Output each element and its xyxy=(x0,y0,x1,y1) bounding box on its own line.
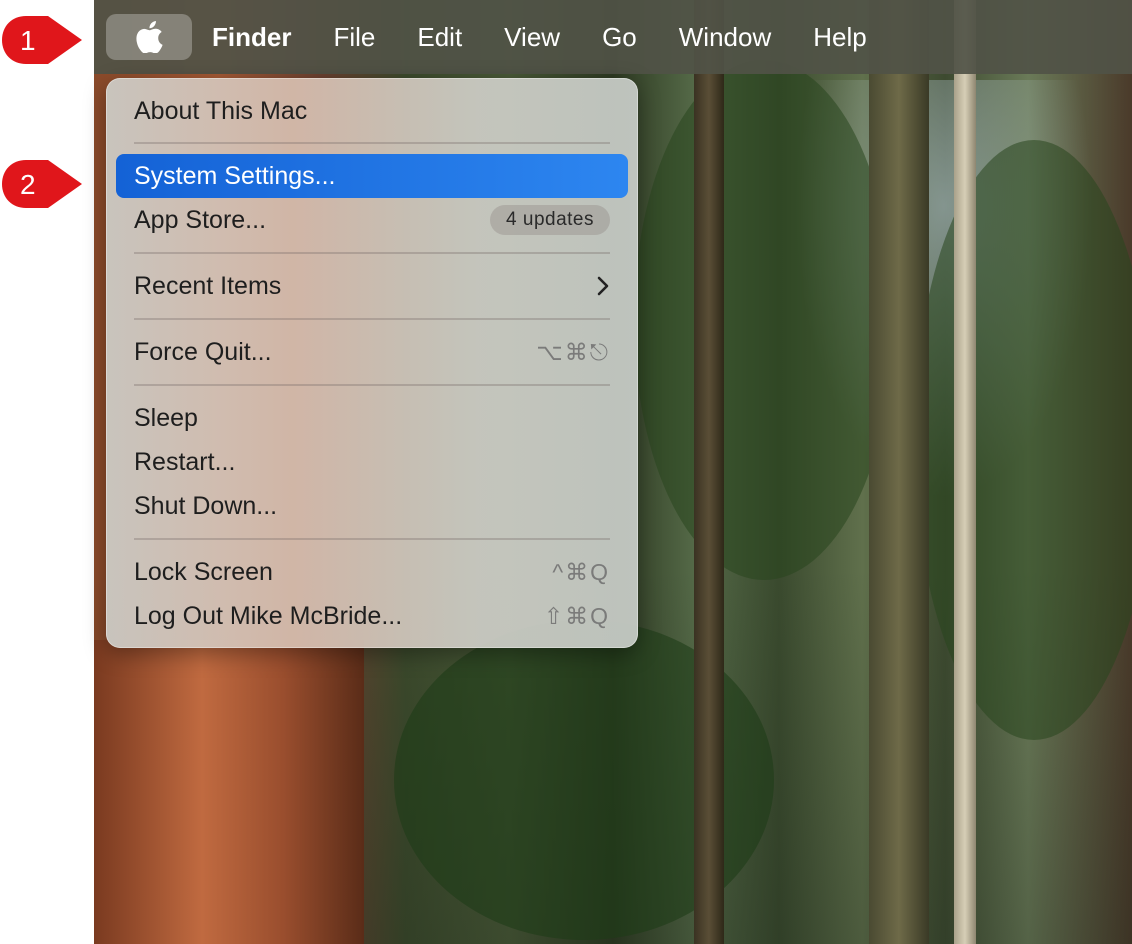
menu-item-lock-screen[interactable]: Lock Screen ^⌘Q xyxy=(116,550,628,594)
apple-logo-icon xyxy=(136,21,163,53)
menu-item-log-out[interactable]: Log Out Mike McBride... ⇧⌘Q xyxy=(116,594,628,638)
menu-finder[interactable]: Finder xyxy=(192,0,312,74)
menu-view[interactable]: View xyxy=(483,0,581,74)
menu-item-label: System Settings... xyxy=(134,161,336,190)
annotation-number: 2 xyxy=(20,169,36,200)
menu-file[interactable]: File xyxy=(312,0,396,74)
menu-edit[interactable]: Edit xyxy=(396,0,483,74)
menu-go[interactable]: Go xyxy=(581,0,658,74)
menu-item-app-store[interactable]: App Store... 4 updates xyxy=(116,198,628,242)
menu-item-recent-items[interactable]: Recent Items xyxy=(116,264,628,308)
wallpaper-tree-trunk xyxy=(694,0,724,944)
wallpaper-tree-trunk xyxy=(869,0,929,944)
marker-arrow-shape xyxy=(2,16,82,64)
lock-screen-shortcut: ^⌘Q xyxy=(552,558,610,585)
wallpaper-tree-trunk xyxy=(954,0,976,944)
wallpaper-sequoia-trunk xyxy=(94,640,364,944)
menu-separator xyxy=(134,318,610,320)
force-quit-shortcut: ⌥⌘⎋ xyxy=(536,338,610,365)
menu-item-sleep[interactable]: Sleep xyxy=(116,396,628,440)
menu-item-system-settings[interactable]: System Settings... xyxy=(116,154,628,198)
log-out-shortcut: ⇧⌘Q xyxy=(543,602,610,629)
menu-item-label: About This Mac xyxy=(134,96,308,125)
menu-item-label: Force Quit... xyxy=(134,337,272,366)
menu-item-label: App Store... xyxy=(134,205,267,234)
menu-separator xyxy=(134,384,610,386)
annotation-marker-step-2: 2 xyxy=(0,158,84,215)
updates-badge: 4 updates xyxy=(490,205,610,235)
menu-item-label: Lock Screen xyxy=(134,557,273,586)
menu-item-label: Recent Items xyxy=(134,271,282,300)
annotation-marker-step-1: 1 xyxy=(0,14,84,71)
apple-menu-dropdown: About This Mac System Settings... App St… xyxy=(106,78,638,648)
menu-separator xyxy=(134,142,610,144)
menu-item-force-quit[interactable]: Force Quit... ⌥⌘⎋ xyxy=(116,330,628,374)
apple-menu-button[interactable] xyxy=(106,14,192,60)
menu-item-restart[interactable]: Restart... xyxy=(116,440,628,484)
menu-item-shut-down[interactable]: Shut Down... xyxy=(116,484,628,528)
chevron-right-icon xyxy=(597,276,609,296)
annotation-number: 1 xyxy=(20,25,36,56)
menu-item-label: Sleep xyxy=(134,403,198,432)
wallpaper-foliage xyxy=(634,60,894,580)
menu-bar: Finder File Edit View Go Window Help xyxy=(94,0,1132,74)
menu-item-label: Shut Down... xyxy=(134,491,278,520)
menu-item-about-this-mac[interactable]: About This Mac xyxy=(116,89,628,133)
menu-help[interactable]: Help xyxy=(792,0,887,74)
marker-arrow-shape xyxy=(2,160,82,208)
menu-separator xyxy=(134,252,610,254)
menu-item-label: Restart... xyxy=(134,447,236,476)
menu-window[interactable]: Window xyxy=(658,0,792,74)
menu-separator xyxy=(134,538,610,540)
menu-item-label: Log Out Mike McBride... xyxy=(134,601,403,630)
